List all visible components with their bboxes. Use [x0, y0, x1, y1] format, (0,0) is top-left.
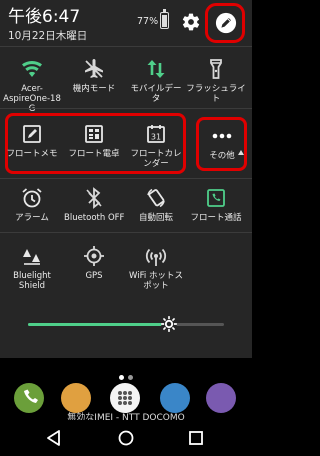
tile-label: モバイルデー — [130, 84, 182, 94]
float-call-icon — [207, 189, 225, 207]
tile-label: アラーム — [15, 213, 49, 223]
tile-label: 機内モード — [72, 84, 116, 94]
tile-bluetooth[interactable]: Bluetooth OFF — [64, 186, 124, 223]
tile-bluelight-shield[interactable]: Bluelight Shield — [2, 244, 62, 291]
tile-label-line2: タ — [151, 94, 161, 104]
recents-icon[interactable] — [184, 426, 208, 450]
clock[interactable]: 午後6:47 — [8, 7, 80, 27]
tile-label: Bluetooth OFF — [64, 213, 125, 223]
tile-mobile-data[interactable]: モバイルデー タ — [126, 57, 186, 104]
brightness-slider[interactable] — [28, 323, 224, 326]
alarm-icon — [22, 188, 42, 208]
float-calculator-icon — [85, 125, 103, 143]
apps-drawer-icon[interactable] — [110, 383, 140, 413]
tile-label: フロート電卓 — [68, 149, 120, 159]
home-icon[interactable] — [114, 426, 138, 450]
mobile-data-icon — [147, 60, 165, 78]
divider — [0, 178, 252, 179]
page-dot — [128, 375, 133, 380]
tile-label: フロートカレ — [130, 149, 182, 159]
calendar-day-number: 31 — [151, 133, 161, 142]
tile-auto-rotate[interactable]: 自動回転 — [126, 186, 186, 223]
wifi-hotspot-icon — [145, 248, 167, 266]
date[interactable]: 10月22日木曜日 — [8, 30, 87, 42]
tile-flashlight[interactable]: フラッシュライ ト — [186, 57, 246, 104]
browser-app-icon[interactable] — [160, 383, 190, 413]
gear-icon[interactable] — [181, 12, 201, 32]
page-dot — [119, 375, 124, 380]
quick-settings-panel: 午後6:47 10月22日木曜日 77% Acer- AspireOne-18 … — [0, 0, 252, 358]
tile-float-memo[interactable]: フロートメモ — [2, 122, 62, 159]
gps-icon — [84, 246, 104, 266]
battery-percentage: 77% — [137, 16, 159, 27]
tile-float-calculator[interactable]: フロート電卓 — [64, 122, 124, 159]
back-icon[interactable] — [42, 426, 66, 450]
messages-app-icon[interactable] — [61, 383, 91, 413]
more-icon — [212, 133, 232, 139]
tile-label: フロート通話 — [190, 213, 242, 223]
divider — [0, 232, 252, 233]
flashlight-icon — [210, 59, 222, 79]
tile-label: フラッシュライ — [186, 84, 246, 94]
tile-label-line2: ト — [211, 94, 221, 104]
expand-arrow-icon[interactable] — [238, 150, 244, 155]
tile-wifi[interactable]: Acer- AspireOne-18 G — [2, 57, 62, 114]
tile-gps[interactable]: GPS — [64, 244, 124, 281]
tile-float-calendar[interactable]: 31 フロートカレ ンダー — [126, 122, 186, 169]
brightness-icon[interactable] — [160, 315, 178, 333]
phone-screen: 午後6:47 10月22日木曜日 77% Acer- AspireOne-18 … — [0, 0, 252, 456]
tile-wifi-hotspot[interactable]: WiFi ホットス ポット — [126, 244, 186, 291]
wifi-icon — [22, 61, 42, 77]
camera-app-icon[interactable] — [206, 383, 236, 413]
phone-app-icon[interactable] — [14, 383, 44, 413]
bluelight-shield-icon — [23, 249, 40, 265]
brightness-fill — [28, 323, 169, 326]
page-indicator — [117, 365, 135, 384]
tile-label: Acer- — [21, 84, 43, 94]
divider — [0, 108, 252, 109]
tile-label: WiFi ホットス — [129, 271, 183, 281]
bluetooth-off-icon — [86, 187, 102, 209]
status-header: 午後6:47 10月22日木曜日 77% — [0, 0, 252, 46]
tile-float-call[interactable]: フロート通話 — [186, 186, 246, 223]
auto-rotate-icon — [147, 188, 165, 208]
edit-icon[interactable] — [215, 12, 237, 34]
tile-airplane-mode[interactable]: 機内モード — [64, 57, 124, 94]
tile-label: GPS — [85, 271, 103, 281]
tile-label: Bluelight — [13, 271, 51, 281]
navigation-bar — [0, 420, 252, 456]
tile-label: 自動回転 — [138, 213, 173, 223]
tile-label: フロートメモ — [6, 149, 58, 159]
float-memo-icon — [23, 125, 41, 143]
divider — [0, 46, 252, 47]
tile-alarm[interactable]: アラーム — [2, 186, 62, 223]
tile-more[interactable]: その他 — [192, 124, 252, 161]
battery-icon — [160, 9, 169, 29]
tile-label-line2: ポット — [143, 281, 169, 291]
tile-label-line2: AspireOne-18 — [3, 94, 61, 104]
tile-label-line2: Shield — [18, 281, 46, 291]
airplane-icon — [85, 59, 103, 78]
float-calendar-icon: 31 — [147, 125, 165, 143]
tile-label-line2: ンダー — [143, 159, 169, 169]
